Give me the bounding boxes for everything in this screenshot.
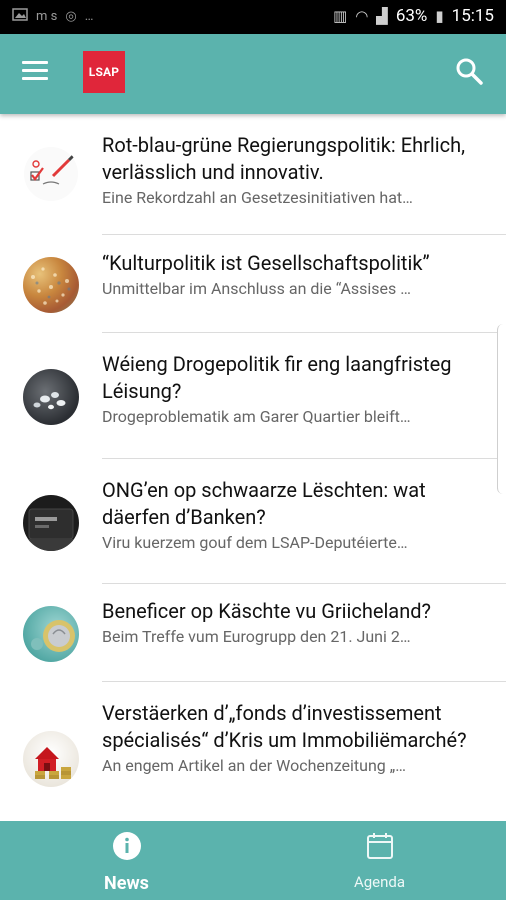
more-notifications-icon: … xyxy=(84,9,94,24)
lsap-logo: LSAP xyxy=(83,51,125,93)
mute-icon: ◎ xyxy=(65,9,77,24)
list-item[interactable]: Rot-blau-grüne Regierungspolitik: Ehrlic… xyxy=(0,114,506,235)
scroll-indicator[interactable] xyxy=(497,324,506,494)
article-title: Verstäerken d’„fonds d’investissement sp… xyxy=(102,701,467,752)
pills-thumbnail xyxy=(23,369,79,425)
list-item[interactable]: Beneficer op Käschte vu Griicheland? Bei… xyxy=(0,584,506,682)
euro-coin-thumbnail xyxy=(23,606,79,662)
article-excerpt: Drogeproblematik am Garer Quartier bleif… xyxy=(102,407,411,426)
status-right: ▥ ◠ ▟ 63% ▮ 15:15 xyxy=(333,6,494,26)
tab-news-label: News xyxy=(104,873,149,894)
article-excerpt: An engem Artikel an der Wochenzeitung „… xyxy=(102,756,406,775)
bank-card-thumbnail xyxy=(23,495,79,551)
list-item[interactable]: “Kulturpolitik ist Gesellschaftspolitik”… xyxy=(0,235,506,333)
house-coins-thumbnail xyxy=(23,731,79,787)
bottom-nav: News Agenda xyxy=(0,821,506,900)
status-left-text: m s xyxy=(36,9,58,24)
image-notification-icon xyxy=(12,8,28,25)
article-title: Rot-blau-grüne Regierungspolitik: Ehrlic… xyxy=(102,133,466,184)
article-list: Rot-blau-grüne Regierungspolitik: Ehrlic… xyxy=(0,114,506,821)
calendar-icon xyxy=(365,831,395,865)
culture-thumbnail xyxy=(23,257,79,313)
article-excerpt: Eine Rekordzahl an Gesetzesinitiativen h… xyxy=(102,188,413,207)
article-excerpt: Unmittelbar im Anschluss an die “Assises… xyxy=(102,279,411,298)
article-excerpt: Beim Treffe vum Eurogrupp den 21. Juni 2… xyxy=(102,627,411,646)
tab-agenda-label: Agenda xyxy=(353,873,406,891)
article-title: ONG’en op schwaarze Lëschten: wat däerfe… xyxy=(102,478,426,529)
article-title: “Kulturpolitik ist Gesellschaftspolitik” xyxy=(102,251,430,275)
app-bar: LSAP xyxy=(0,34,506,114)
info-icon xyxy=(112,831,142,865)
list-item[interactable]: ONG’en op schwaarze Lëschten: wat däerfe… xyxy=(0,459,506,584)
status-left: m s ◎ … xyxy=(12,8,93,25)
list-item[interactable]: Verstäerken d’„fonds d’investissement sp… xyxy=(0,682,506,821)
tab-news[interactable]: News xyxy=(0,821,253,900)
checklist-thumbnail xyxy=(23,146,79,202)
article-title: Wéieng Drogepolitik fir eng laangfristeg… xyxy=(102,352,452,403)
wifi-icon: ◠ xyxy=(355,7,369,25)
battery-icon: ▮ xyxy=(435,7,444,25)
menu-icon[interactable] xyxy=(22,56,58,92)
list-item[interactable]: Wéieng Drogepolitik fir eng laangfristeg… xyxy=(0,333,506,459)
battery-percent: 63% xyxy=(395,6,428,26)
status-bar: m s ◎ … ▥ ◠ ▟ 63% ▮ 15:15 xyxy=(0,0,506,34)
clock: 15:15 xyxy=(451,6,494,26)
article-excerpt: Viru kuerzem gouf dem LSAP-Deputéierte… xyxy=(102,533,408,552)
search-icon[interactable] xyxy=(454,56,490,92)
article-title: Beneficer op Käschte vu Griicheland? xyxy=(102,599,431,623)
vibrate-icon: ▥ xyxy=(333,7,348,25)
tab-agenda[interactable]: Agenda xyxy=(253,821,506,900)
signal-icon: ▟ xyxy=(376,7,388,25)
